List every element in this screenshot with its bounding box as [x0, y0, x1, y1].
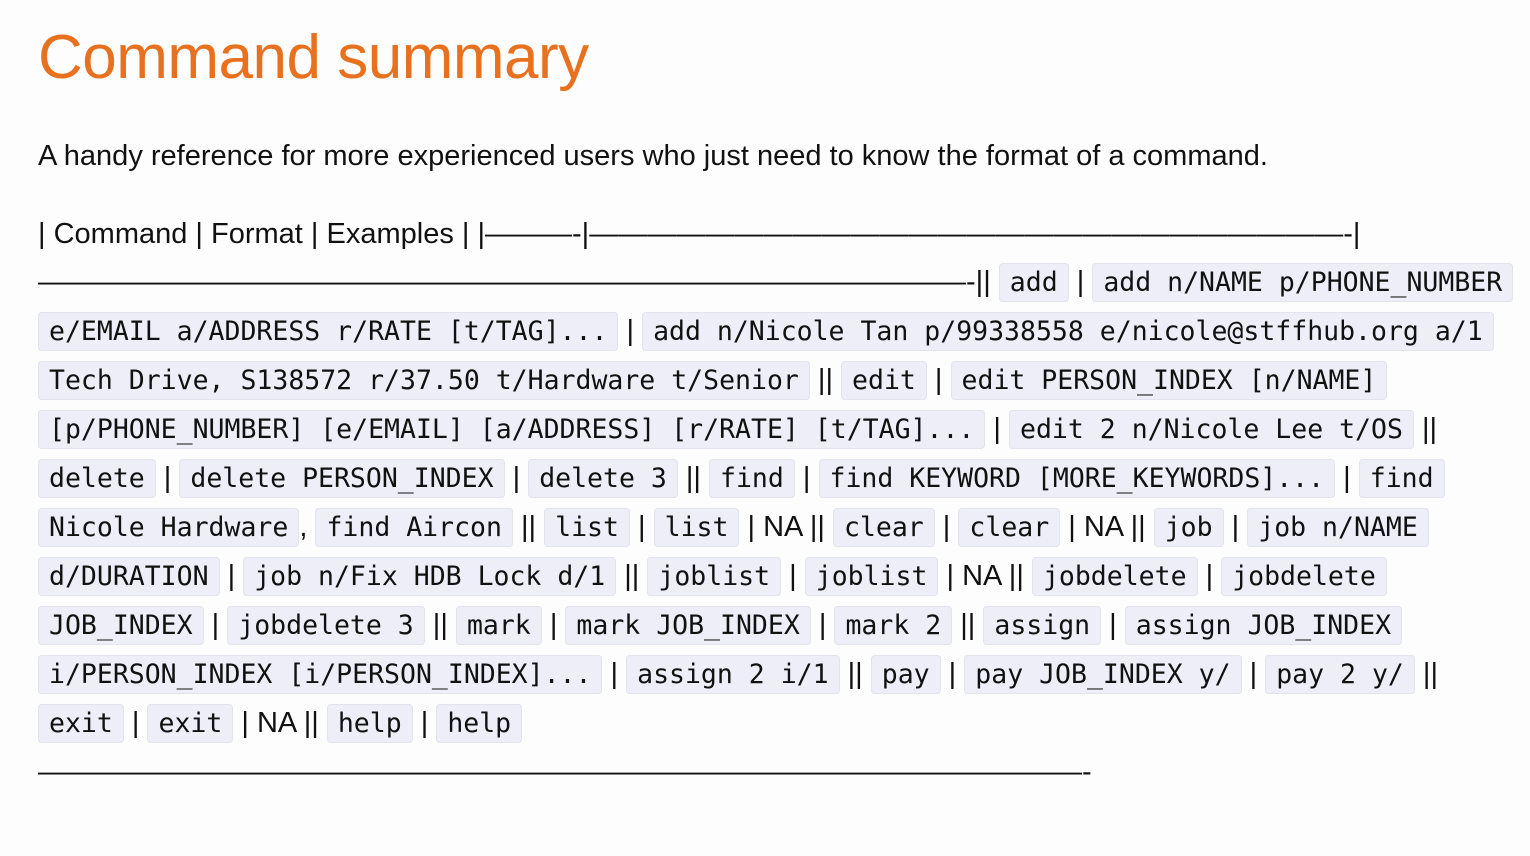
inline-code: add — [998, 263, 1069, 302]
table-separator-text: | — [155, 462, 180, 494]
inline-code: mark — [455, 606, 542, 645]
inline-code: help — [436, 704, 523, 743]
inline-code: joblist — [647, 557, 782, 596]
inline-code: job — [1153, 508, 1224, 547]
inline-code: help — [326, 704, 413, 743]
inline-code: edit 2 n/Nicole Lee t/OS — [1009, 410, 1414, 449]
table-separator-text: | — [985, 413, 1010, 445]
inline-code: edit — [841, 361, 927, 400]
inline-code: jobdelete 3 — [227, 606, 425, 645]
table-separator-text: | NA || — [938, 560, 1032, 592]
table-separator-text: | — [940, 658, 965, 690]
table-separator-text: | NA || — [1060, 511, 1154, 543]
table-separator-text: | — [1101, 609, 1125, 641]
table-separator-text: | — [629, 511, 654, 543]
table-separator-text: || — [677, 462, 710, 494]
table-separator-text: | — [1197, 560, 1222, 592]
table-separator-text: || — [512, 511, 545, 543]
table-separator-text: | — [1068, 266, 1093, 298]
inline-code: delete PERSON_INDEX — [179, 459, 505, 498]
inline-code: exit — [147, 704, 234, 743]
inline-code: pay 2 y/ — [1265, 655, 1415, 694]
table-separator-text: | NA || — [233, 707, 327, 739]
table-separator-text: || — [952, 609, 984, 641]
inline-code: find KEYWORD [MORE_KEYWORDS]... — [818, 459, 1336, 498]
table-separator-text: , — [299, 511, 316, 543]
table-body-text: add | add n/NAME p/PHONE_NUMBER e/EMAIL … — [38, 263, 1514, 788]
inline-code: delete 3 — [528, 459, 678, 498]
command-summary-table-text: | Command | Format | Examples | |———-|——… — [38, 210, 1514, 796]
table-separator-text: | — [934, 511, 959, 543]
table-separator-text: | — [618, 315, 643, 347]
table-separator-text: | — [541, 609, 566, 641]
inline-code: delete — [38, 459, 156, 498]
inline-code: find Aircon — [315, 508, 513, 547]
table-separator-text: | — [781, 560, 805, 592]
table-separator-text: | — [412, 707, 437, 739]
table-separator-text: | — [1223, 511, 1248, 543]
table-separator-text: || — [1414, 658, 1438, 690]
page-title: Command summary — [38, 23, 589, 92]
table-separator-text: | NA || — [739, 511, 833, 543]
inline-code: jobdelete — [1031, 557, 1198, 596]
table-separator-text: | — [810, 609, 835, 641]
table-separator-text: || — [1413, 413, 1438, 445]
table-separator-text: || — [424, 609, 456, 641]
inline-code: clear — [958, 508, 1061, 547]
table-separator-text: | — [123, 707, 148, 739]
page: Command summary A handy reference for mo… — [0, 0, 1530, 796]
inline-code: mark JOB_INDEX — [565, 606, 811, 645]
inline-code: mark 2 — [834, 606, 953, 645]
inline-code: clear — [832, 508, 935, 547]
inline-code: list — [653, 508, 740, 547]
inline-code: assign 2 i/1 — [626, 655, 840, 694]
table-separator-text: | — [219, 560, 244, 592]
inline-code: job n/Fix HDB Lock d/1 — [243, 557, 617, 596]
inline-code: pay JOB_INDEX y/ — [964, 655, 1242, 694]
table-separator-text: | — [794, 462, 819, 494]
table-separator-text: | — [203, 609, 228, 641]
inline-code: joblist — [804, 557, 939, 596]
table-separator-text: || — [616, 560, 648, 592]
table-separator-text: | — [1241, 658, 1266, 690]
table-separator-text: | — [602, 658, 627, 690]
table-separator-text: | — [1335, 462, 1359, 494]
inline-code: pay — [870, 655, 941, 694]
table-separator-text: || — [839, 658, 871, 690]
table-separator-text: | — [926, 364, 951, 396]
inline-code: assign — [983, 606, 1102, 645]
table-separator-text: | — [504, 462, 529, 494]
inline-code: list — [544, 508, 630, 547]
table-separator-text: ————————————————————————————————————- — [38, 756, 1092, 788]
inline-code: find — [709, 459, 795, 498]
inline-code: exit — [38, 704, 124, 743]
table-separator-text: || — [809, 364, 842, 396]
intro-paragraph: A handy reference for more experienced u… — [38, 140, 1268, 172]
